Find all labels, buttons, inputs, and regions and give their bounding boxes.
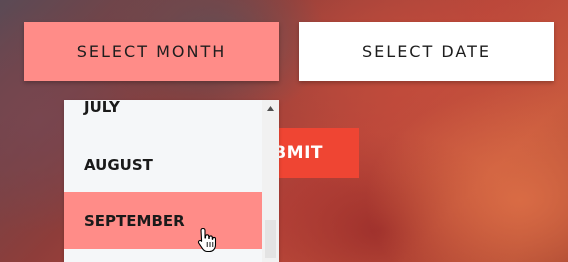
month-option-august[interactable]: AUGUST (64, 146, 262, 184)
submit-label: BMIT (273, 143, 323, 163)
month-option-september[interactable]: SEPTEMBER (64, 192, 262, 249)
scrollbar-thumb[interactable] (265, 220, 276, 258)
month-option-label: AUGUST (84, 156, 153, 174)
month-option-label: SEPTEMBER (84, 211, 185, 230)
month-option-label: JULY (84, 100, 120, 116)
select-date-label: SELECT DATE (362, 42, 491, 61)
select-month-label: SELECT MONTH (76, 42, 227, 61)
select-month-button[interactable]: SELECT MONTH (24, 22, 279, 81)
dropdown-scrollbar[interactable] (262, 100, 279, 262)
select-date-button[interactable]: SELECT DATE (299, 22, 554, 81)
scroll-up-arrow-icon[interactable] (262, 100, 279, 116)
month-dropdown[interactable]: JULY AUGUST SEPTEMBER (64, 100, 279, 262)
month-option-july[interactable]: JULY (64, 100, 262, 122)
